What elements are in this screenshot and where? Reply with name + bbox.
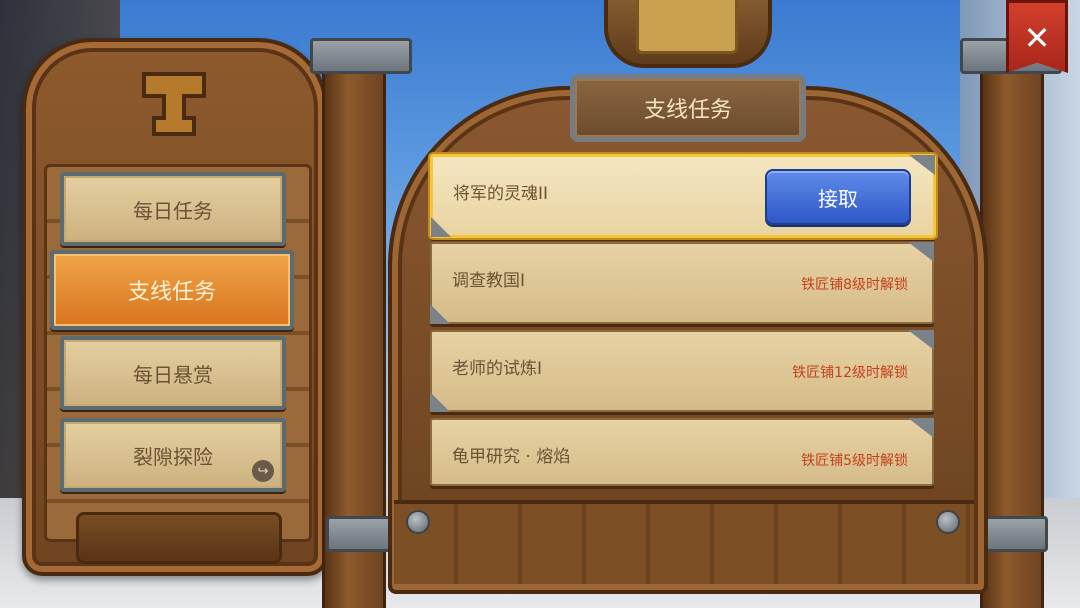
corner-bracket (908, 330, 934, 350)
corner-bracket (430, 392, 450, 412)
corner-bracket (908, 418, 934, 438)
bolt-icon (406, 510, 430, 534)
panel-title: 支线任务 (570, 74, 806, 142)
hammer-emblem-icon (142, 72, 206, 136)
quest-name: 将军的灵魂II (453, 184, 549, 204)
board-crest (604, 0, 772, 68)
menu-daily-bounty-button[interactable]: 每日悬赏 (60, 336, 286, 410)
close-icon: ✕ (1023, 19, 1051, 57)
close-button[interactable]: ✕ (1006, 0, 1068, 73)
quest-unlock-requirement: 铁匠铺12级时解锁 (792, 365, 908, 381)
quest-name: 调查教国I (452, 271, 526, 291)
corner-bracket (908, 242, 934, 262)
corner-bracket (431, 217, 451, 237)
quest-name: 老师的试炼I (452, 359, 543, 379)
quest-unlock-requirement: 铁匠铺8级时解锁 (801, 277, 908, 293)
menu-side-quests-button[interactable]: 支线任务 (50, 250, 294, 330)
accept-quest-button[interactable]: 接取 (765, 169, 911, 225)
bolt-icon (936, 510, 960, 534)
board-bottom-rail (394, 500, 974, 584)
left-pillar-cap (310, 38, 412, 74)
quest-name: 龟甲研究 · 熔焰 (452, 447, 571, 467)
quest-unlock-requirement: 铁匠铺5级时解锁 (801, 453, 908, 469)
quest-row[interactable]: 调查教国I 铁匠铺8级时解锁 (430, 242, 934, 324)
quest-row[interactable]: 将军的灵魂II 接取 (430, 154, 936, 238)
menu-daily-quests-button[interactable]: 每日任务 (60, 172, 286, 246)
share-icon[interactable]: ↪ (252, 460, 274, 482)
quest-row[interactable]: 龟甲研究 · 熔焰 铁匠铺5级时解锁 (430, 418, 934, 486)
quest-row[interactable]: 老师的试炼I 铁匠铺12级时解锁 (430, 330, 934, 412)
crest-emblem-icon (636, 0, 738, 54)
corner-bracket (909, 155, 935, 175)
menu-board-base (76, 512, 282, 564)
menu-rift-exploration-button[interactable]: 裂隙探险 ↪ (60, 418, 286, 492)
quest-list: 将军的灵魂II 接取 调查教国I 铁匠铺8级时解锁 老师的试炼I 铁匠铺12级时… (430, 154, 936, 486)
menu-rift-exploration-label: 裂隙探险 (133, 444, 213, 469)
corner-bracket (430, 304, 450, 324)
